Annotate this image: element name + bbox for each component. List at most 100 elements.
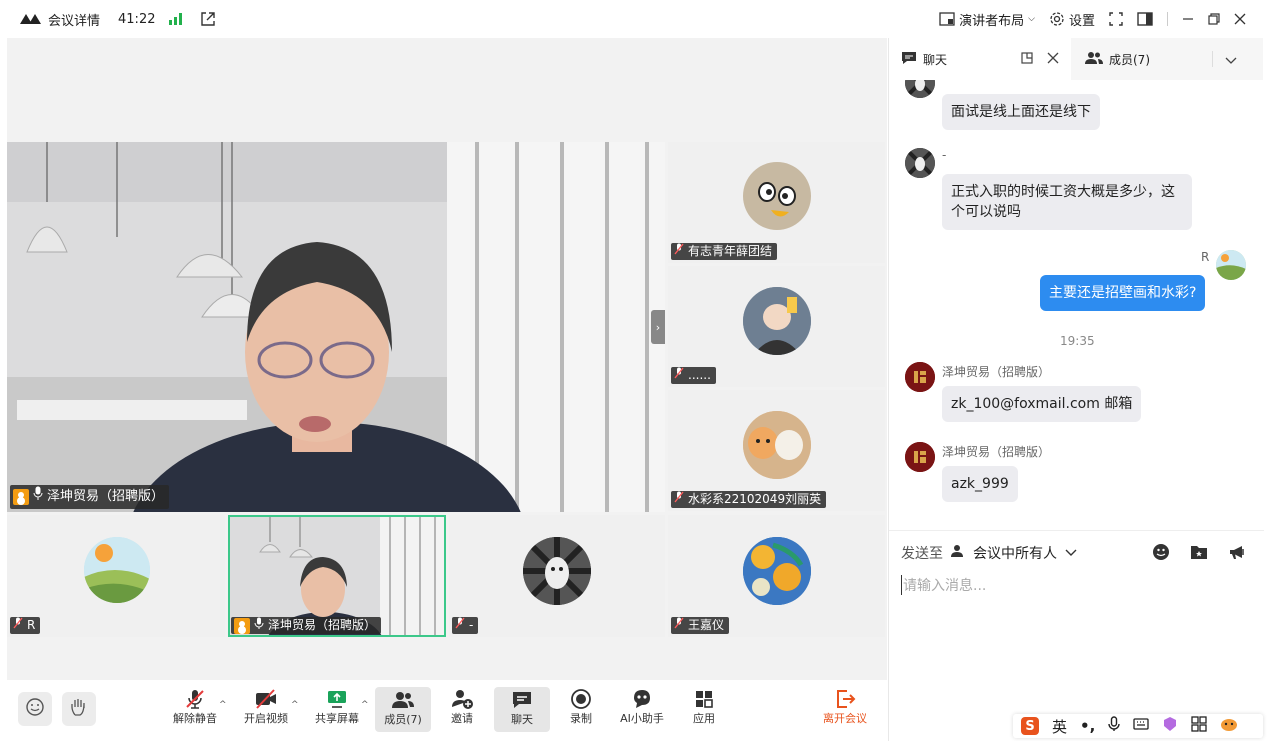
side-panel: 聊天 成员(7) 面试是线上面还是线下 - 正式入职的时候工资大概是多少，这个可…: [888, 38, 1264, 741]
ime-language[interactable]: 英: [1052, 716, 1067, 737]
participant-name: 王嘉仪: [688, 618, 725, 632]
unmute-button[interactable]: 解除静音: [172, 688, 218, 726]
participant-name: 有志青年薛团结: [688, 244, 773, 258]
self-view-tile[interactable]: 泽坤贸易（招聘版）: [228, 515, 446, 637]
keyboard-icon[interactable]: [1133, 717, 1149, 735]
participant-name: ......: [688, 368, 711, 382]
avatar: [743, 162, 811, 230]
ai-assistant-icon: [630, 688, 654, 710]
settings-button[interactable]: 设置: [1049, 10, 1095, 29]
grid-menu-icon[interactable]: [1191, 716, 1207, 736]
mic-icon: [33, 485, 43, 509]
mic-muted-icon: [674, 367, 684, 384]
file-icon[interactable]: [1190, 543, 1208, 565]
avatar: [84, 537, 150, 603]
message-input[interactable]: 请输入消息...: [901, 575, 986, 595]
participant-name-tag: -: [452, 617, 479, 634]
leave-meeting-button[interactable]: 离开会议: [819, 688, 871, 726]
participant-tile[interactable]: 水彩系22102049刘丽英: [668, 390, 885, 511]
record-button[interactable]: 录制: [561, 688, 601, 726]
video-options-caret[interactable]: ^: [291, 700, 299, 710]
popout-icon[interactable]: [1021, 51, 1033, 67]
collapse-tiles-button[interactable]: ›: [651, 310, 665, 344]
message-bubble: 主要还是招壁画和水彩?: [1040, 275, 1206, 311]
meeting-toolbar: 解除静音 ^ 开启视频 ^ 共享屏幕 ^ 成员(7) 邀请 聊天 录制 AI小助…: [7, 680, 887, 741]
self-name-tag: 泽坤贸易（招聘版）: [231, 617, 382, 634]
participant-name-tag: 王嘉仪: [671, 617, 730, 634]
panel-tabs: 聊天 成员(7): [889, 38, 1263, 80]
ai-assistant-button[interactable]: AI小助手: [616, 688, 668, 726]
emoji-icon[interactable]: [1152, 543, 1170, 565]
tab-chat[interactable]: 聊天: [889, 38, 1071, 80]
chat-message: 面试是线上面还是线下: [942, 94, 1100, 130]
participant-tile[interactable]: ......: [668, 266, 885, 387]
avatar: [905, 148, 935, 178]
fullscreen-icon[interactable]: [1109, 12, 1123, 26]
members-button[interactable]: 成员(7): [375, 687, 431, 732]
chat-button[interactable]: 聊天: [494, 687, 550, 732]
skin-icon[interactable]: [1162, 716, 1178, 736]
layout-button[interactable]: 演讲者布局 ⌵: [939, 10, 1035, 29]
external-link-icon[interactable]: [200, 11, 216, 27]
audio-options-caret[interactable]: ^: [219, 700, 227, 710]
participant-tile[interactable]: 王嘉仪: [668, 515, 885, 637]
apps-icon: [694, 688, 714, 710]
share-screen-label: 共享屏幕: [315, 712, 359, 725]
avatar: [905, 80, 935, 98]
meeting-window: 会议详情 41:22 演讲者布局 ⌵ 设置 泽坤贸易（招聘版） › 有志青年薛团…: [0, 0, 1268, 741]
avatar: [743, 287, 811, 355]
meeting-details-link[interactable]: 会议详情: [48, 10, 100, 29]
leave-icon: [834, 688, 856, 710]
chat-message: 主要还是招壁画和水彩?: [1040, 275, 1206, 311]
apps-button[interactable]: 应用: [684, 688, 724, 726]
chat-message: 正式入职的时候工资大概是多少，这个可以说吗: [942, 174, 1192, 230]
microphone-icon[interactable]: [1108, 716, 1121, 736]
hand-icon: [69, 697, 89, 721]
unmute-label: 解除静音: [173, 712, 217, 725]
close-panel-icon[interactable]: [1047, 52, 1059, 67]
ime-toolbar: S 英 •,: [1013, 714, 1263, 738]
divider: [1212, 51, 1213, 67]
participant-tile[interactable]: R: [7, 515, 225, 637]
participant-name: 泽坤贸易（招聘版）: [268, 618, 377, 632]
minimize-icon[interactable]: [1182, 13, 1194, 25]
chat-message: zk_100@foxmail.com 邮箱: [942, 386, 1142, 422]
meeting-duration: 41:22: [118, 11, 156, 27]
chevron-right-icon: ›: [655, 320, 661, 334]
share-screen-button[interactable]: 共享屏幕: [314, 688, 360, 726]
speaker-video-frame: [7, 142, 665, 512]
avatar: [743, 411, 811, 479]
participant-name: 水彩系22102049刘丽英: [688, 492, 822, 506]
share-options-caret[interactable]: ^: [361, 700, 369, 710]
participant-tile[interactable]: -: [449, 515, 665, 637]
send-to-selector[interactable]: 发送至 会议中所有人: [901, 543, 1077, 563]
participant-tile[interactable]: 有志青年薛团结: [668, 142, 885, 263]
restore-icon[interactable]: [1208, 13, 1220, 25]
gear-icon: [1049, 11, 1065, 27]
start-video-button[interactable]: 开启视频: [243, 688, 289, 726]
raise-hand-button[interactable]: [62, 692, 96, 726]
sidebar-toggle-icon[interactable]: [1137, 12, 1153, 26]
chat-messages: 面试是线上面还是线下 - 正式入职的时候工资大概是多少，这个可以说吗 R 主要还…: [889, 80, 1264, 530]
app-logo-icon: [20, 13, 42, 25]
members-icon: [1085, 51, 1103, 68]
ime-logo-icon: S: [1021, 717, 1039, 735]
signal-icon[interactable]: [169, 13, 183, 25]
announce-icon[interactable]: [1228, 543, 1246, 565]
chevron-down-icon[interactable]: [1225, 50, 1237, 69]
reaction-button[interactable]: [18, 692, 52, 726]
mic-muted-icon: [184, 688, 206, 710]
person-icon: [951, 544, 965, 562]
punctuation-icon[interactable]: •,: [1080, 717, 1095, 735]
invite-button[interactable]: 邀请: [442, 688, 482, 726]
members-icon: [391, 689, 415, 711]
invite-icon: [450, 688, 474, 710]
host-icon: [234, 617, 250, 634]
participant-name: R: [27, 618, 36, 632]
tab-members[interactable]: 成员(7): [1071, 38, 1162, 80]
participant-name-tag: 有志青年薛团结: [671, 243, 778, 260]
close-icon[interactable]: [1234, 13, 1246, 25]
mascot-icon[interactable]: [1220, 716, 1238, 736]
divider: [1167, 12, 1168, 26]
main-speaker-video[interactable]: 泽坤贸易（招聘版）: [7, 142, 665, 512]
